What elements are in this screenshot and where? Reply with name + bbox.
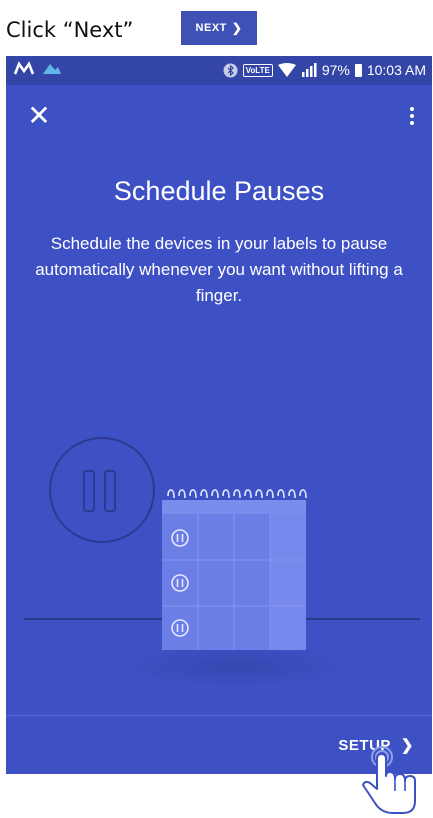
page-title: Schedule Pauses	[113, 176, 325, 206]
chevron-right-icon: ❯	[231, 21, 243, 35]
clock: 10:03 AM	[366, 62, 426, 78]
close-icon: ✕	[27, 100, 51, 131]
more-options-button[interactable]	[400, 101, 424, 131]
volte-badge: VoLTE	[242, 63, 273, 77]
status-bar: VoLTE 97% 10:03 AM	[6, 56, 432, 85]
more-vert-icon-dot	[410, 114, 414, 118]
page-description: Schedule the devices in your labels to p…	[35, 234, 403, 305]
pause-icon	[49, 437, 155, 543]
more-vert-icon-dot	[410, 121, 414, 125]
hand-pointer-icon	[362, 746, 416, 814]
signal-icon	[301, 63, 317, 77]
m-logo-icon	[14, 61, 34, 75]
more-vert-icon-dot	[410, 107, 414, 111]
calendar-icon	[162, 489, 307, 650]
wifi-icon	[277, 63, 296, 77]
next-button-example: NEXT ❯	[181, 11, 257, 45]
battery-icon	[354, 63, 362, 77]
bottom-divider	[6, 715, 432, 716]
app-notification-icon	[43, 64, 61, 74]
close-button[interactable]: ✕	[24, 101, 54, 131]
next-button-label: NEXT	[195, 22, 227, 34]
phone-screen: VoLTE 97% 10:03 AM ✕ Schedule Pauses Sch…	[6, 56, 432, 774]
schedule-illustration	[24, 437, 420, 688]
instruction-text: Click “Next”	[6, 18, 134, 42]
battery-percent: 97%	[321, 62, 350, 78]
bluetooth-icon	[223, 63, 238, 77]
